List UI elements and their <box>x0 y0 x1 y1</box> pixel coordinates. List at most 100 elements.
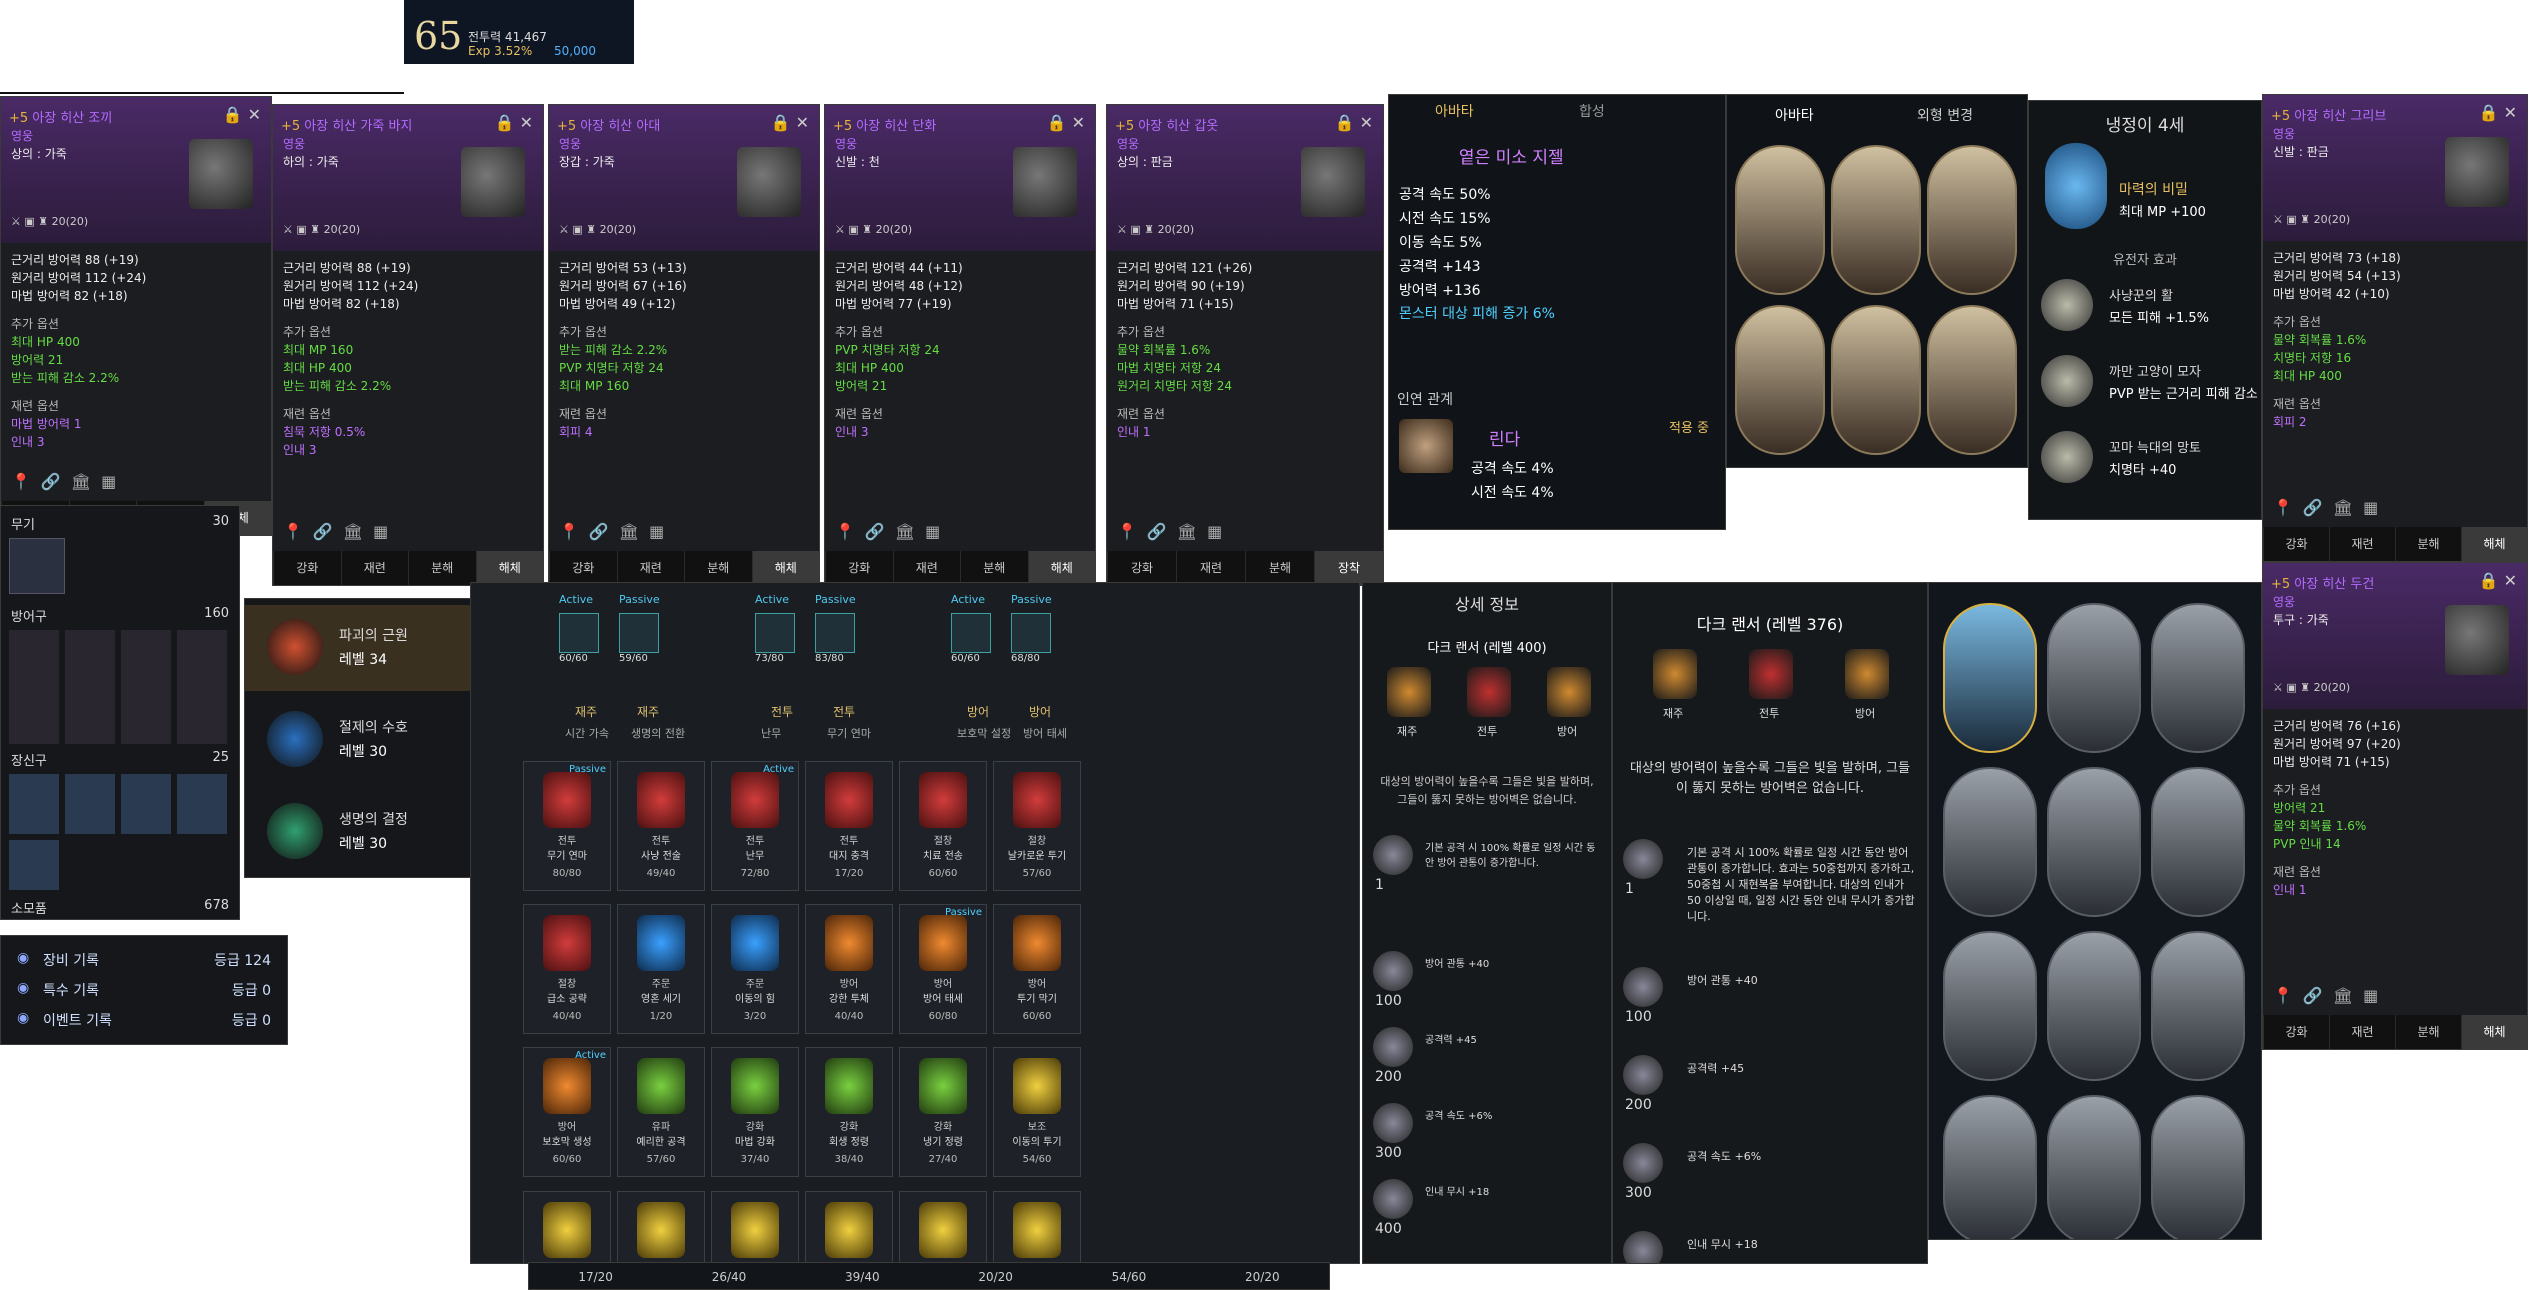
mount-thumbnail[interactable] <box>2047 767 2141 917</box>
mount-thumbnail[interactable] <box>2151 931 2245 1081</box>
item-tab-button[interactable]: 분해 <box>1245 551 1314 585</box>
record-row[interactable]: ◉ 특수 기록 등급 0 <box>1 980 287 1006</box>
skill-card[interactable]: 절창 치료 전송 60/60 <box>899 761 987 891</box>
detail-category-icon[interactable] <box>1845 649 1889 699</box>
item-tab-button[interactable]: 강화 <box>825 551 893 585</box>
skill-card[interactable]: 주문 이동의 힘 3/20 <box>711 904 799 1034</box>
avatar-thumbnail[interactable] <box>1831 305 1921 455</box>
mount-thumbnail[interactable] <box>2047 1095 2141 1239</box>
mount-thumbnail[interactable] <box>2151 1095 2245 1239</box>
item-tab-button[interactable]: 분해 <box>2395 1015 2461 1049</box>
detail-category-icon[interactable] <box>1467 667 1511 717</box>
skill-card[interactable]: Passive 방어 방어 태세 60/80 <box>899 904 987 1034</box>
mount-thumbnail[interactable] <box>2047 603 2141 753</box>
lock-close-icons[interactable]: 🔒 ✕ <box>2479 571 2517 590</box>
item-tab-button[interactable]: 해체 <box>1027 551 1095 585</box>
skill-card[interactable] <box>993 1191 1081 1263</box>
detail-category-icon[interactable] <box>1653 649 1697 699</box>
skill-card[interactable] <box>617 1191 705 1263</box>
item-action-icons[interactable]: 📍🔗🏛▦ <box>2273 986 2388 1005</box>
mount-thumbnail[interactable] <box>2047 931 2141 1081</box>
item-tab-button[interactable]: 재련 <box>2329 527 2395 561</box>
rune-row[interactable]: 파괴의 근원 레벨 34 <box>245 605 473 691</box>
skill-passive-icon[interactable] <box>815 613 855 653</box>
avatar-thumbnail[interactable] <box>1831 145 1921 295</box>
avatar-thumbnail[interactable] <box>1735 145 1825 295</box>
item-action-icons[interactable]: 📍🔗🏛▦ <box>2273 498 2388 517</box>
skill-card[interactable]: 보조 이동의 투기 54/60 <box>993 1047 1081 1177</box>
item-action-icons[interactable]: 📍🔗🏛▦ <box>559 522 674 541</box>
skill-card[interactable]: Active 방어 보호막 생성 60/60 <box>523 1047 611 1177</box>
item-tab-button[interactable]: 강화 <box>1107 551 1176 585</box>
item-action-icons[interactable]: 📍🔗🏛▦ <box>835 522 950 541</box>
avatar-thumbnail[interactable] <box>1927 145 2017 295</box>
lock-close-icons[interactable]: 🔒 ✕ <box>223 105 261 124</box>
mount-thumbnail[interactable] <box>2151 603 2245 753</box>
item-action-icons[interactable]: 📍🔗🏛▦ <box>11 472 126 491</box>
detail-category-icon[interactable] <box>1387 667 1431 717</box>
skill-card[interactable]: 절창 날카로운 투기 57/60 <box>993 761 1081 891</box>
skill-card[interactable] <box>711 1191 799 1263</box>
item-tab-button[interactable]: 재련 <box>2329 1015 2395 1049</box>
item-tab-button[interactable]: 해체 <box>2461 1015 2527 1049</box>
skill-card[interactable] <box>899 1191 987 1263</box>
skill-card[interactable]: Active 전투 난무 72/80 <box>711 761 799 891</box>
skill-card[interactable]: 주문 영혼 세기 1/20 <box>617 904 705 1034</box>
item-tab-button[interactable]: 재련 <box>892 551 961 585</box>
item-tab-button[interactable]: 분해 <box>684 551 752 585</box>
item-tab-button[interactable]: 해체 <box>475 551 543 585</box>
item-tab-button[interactable]: 강화 <box>549 551 617 585</box>
item-tab-button[interactable]: 강화 <box>2263 1015 2329 1049</box>
lock-close-icons[interactable]: 🔒 ✕ <box>2479 103 2517 122</box>
skill-card[interactable] <box>805 1191 893 1263</box>
mount-thumbnail[interactable] <box>2151 767 2245 917</box>
item-tab-button[interactable]: 분해 <box>960 551 1028 585</box>
skill-card[interactable]: 강화 마법 강화 37/40 <box>711 1047 799 1177</box>
detail-category-icon[interactable] <box>1547 667 1591 717</box>
mount-thumbnail[interactable] <box>1943 603 2037 753</box>
lock-close-icons[interactable]: 🔒 ✕ <box>1047 113 1085 132</box>
skill-passive-icon[interactable] <box>1011 613 1051 653</box>
extra-slot[interactable] <box>9 840 59 890</box>
skill-card[interactable]: 절창 급소 공략 40/40 <box>523 904 611 1034</box>
grid-tab-appearance[interactable]: 외형 변경 <box>1917 105 1973 125</box>
item-tab-button[interactable]: 장착 <box>1314 551 1383 585</box>
weapon-slot[interactable] <box>9 538 65 594</box>
skill-card[interactable]: 방어 투기 막기 60/60 <box>993 904 1081 1034</box>
item-tab-button[interactable]: 강화 <box>273 551 341 585</box>
item-action-icons[interactable]: 📍🔗🏛▦ <box>1117 522 1232 541</box>
record-row[interactable]: ◉ 장비 기록 등급 124 <box>1 950 287 976</box>
rune-row[interactable]: 생명의 결정 레벨 30 <box>245 789 473 875</box>
skill-card[interactable] <box>523 1191 611 1263</box>
item-tab-button[interactable]: 분해 <box>408 551 476 585</box>
item-tab-button[interactable]: 강화 <box>2263 527 2329 561</box>
armor-slots[interactable] <box>9 630 233 744</box>
skill-card[interactable]: Passive 전투 무기 연마 80/80 <box>523 761 611 891</box>
mount-thumbnail[interactable] <box>1943 1095 2037 1239</box>
lock-close-icons[interactable]: 🔒 ✕ <box>771 113 809 132</box>
lock-close-icons[interactable]: 🔒 ✕ <box>1335 113 1373 132</box>
accessory-slots[interactable] <box>9 774 233 834</box>
item-action-icons[interactable]: 📍🔗🏛▦ <box>283 522 398 541</box>
lock-close-icons[interactable]: 🔒 ✕ <box>495 113 533 132</box>
skill-card[interactable]: 유파 예리한 공격 57/60 <box>617 1047 705 1177</box>
item-tab-button[interactable]: 재련 <box>616 551 685 585</box>
tab-avatar[interactable]: 아바타 <box>1435 101 1474 121</box>
skill-card[interactable]: 전투 대지 충격 17/20 <box>805 761 893 891</box>
skill-active-icon[interactable] <box>755 613 795 653</box>
avatar-thumbnail[interactable] <box>1927 305 2017 455</box>
item-tab-button[interactable]: 재련 <box>1176 551 1245 585</box>
rune-row[interactable]: 절제의 수호 레벨 30 <box>245 697 473 783</box>
skill-active-icon[interactable] <box>559 613 599 653</box>
skill-card[interactable]: 강화 회생 정령 38/40 <box>805 1047 893 1177</box>
skill-card[interactable]: 전투 사냥 전술 49/40 <box>617 761 705 891</box>
tab-synthesis[interactable]: 합성 <box>1579 101 1605 121</box>
item-tab-button[interactable]: 재련 <box>340 551 409 585</box>
item-tab-button[interactable]: 분해 <box>2395 527 2461 561</box>
skill-card[interactable]: 방어 강한 투체 40/40 <box>805 904 893 1034</box>
item-tab-button[interactable]: 해체 <box>751 551 819 585</box>
record-row[interactable]: ◉ 이벤트 기록 등급 0 <box>1 1010 287 1036</box>
detail-category-icon[interactable] <box>1749 649 1793 699</box>
mount-thumbnail[interactable] <box>1943 931 2037 1081</box>
item-tab-button[interactable]: 해체 <box>2461 527 2527 561</box>
